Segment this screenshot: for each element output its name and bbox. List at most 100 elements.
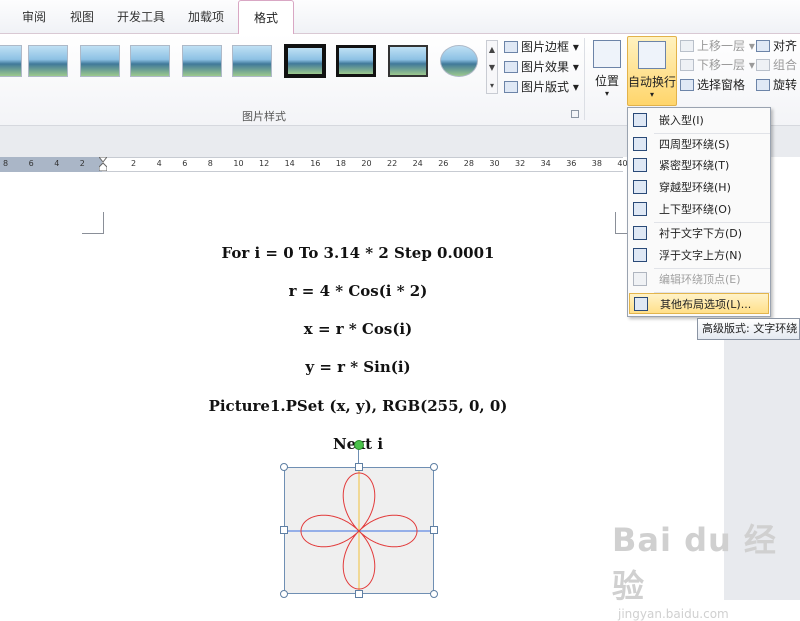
picture-layout-icon [504, 81, 518, 93]
picture-style-thumb[interactable] [440, 45, 478, 77]
position-button[interactable]: 位置 ▾ [590, 36, 624, 104]
ruler-number: 6 [182, 159, 188, 168]
code-line[interactable]: x = r * Cos(i) [0, 320, 716, 338]
ruler-number: 2 [79, 159, 85, 168]
menu-item-top-bottom[interactable]: 上下型环绕(O) [629, 199, 769, 220]
picture-style-thumb[interactable] [0, 45, 22, 77]
menu-item-inline[interactable]: 嵌入型(I) [629, 110, 769, 131]
ruler-number: 14 [284, 159, 295, 168]
ruler-number: 18 [335, 159, 346, 168]
ruler-number: 16 [310, 159, 321, 168]
group-icon [756, 59, 770, 71]
send-backward-button[interactable]: 下移一层 ▾ [680, 56, 755, 74]
wrap-inline-icon [633, 113, 647, 127]
code-line[interactable]: For i = 0 To 3.14 * 2 Step 0.0001 [0, 244, 716, 262]
menu-item-square[interactable]: 四周型环绕(S) [629, 134, 769, 155]
ruler-number: 4 [156, 159, 162, 168]
picture-style-thumb[interactable] [388, 45, 428, 77]
bring-forward-button[interactable]: 上移一层 ▾ [680, 37, 755, 55]
ruler-number: 4 [54, 159, 60, 168]
picture-styles-group-label: 图片样式 [242, 110, 286, 123]
rotate-icon [756, 79, 770, 91]
indent-marker-icon[interactable] [97, 156, 109, 172]
picture-style-thumb[interactable] [130, 45, 170, 77]
align-button[interactable]: 对齐 [756, 37, 797, 55]
tab-format[interactable]: 格式 [238, 0, 294, 35]
resize-handle[interactable] [280, 463, 288, 471]
selected-picture[interactable] [284, 467, 434, 594]
ruler-number: 38 [591, 159, 602, 168]
ruler-number: 24 [412, 159, 423, 168]
gallery-scrollbar[interactable]: ▲ ▼ ▾ [486, 40, 498, 94]
code-line[interactable]: Picture1.PSet (x, y), RGB(255, 0, 0) [0, 397, 716, 415]
picture-layout-button[interactable]: 图片版式 ▾ [504, 78, 579, 96]
code-line[interactable]: y = r * Sin(i) [0, 358, 716, 376]
wrap-text-button[interactable]: 自动换行 ▾ [627, 36, 677, 106]
bring-forward-icon [680, 40, 694, 52]
picture-effects-button[interactable]: 图片效果 ▾ [504, 58, 579, 76]
ruler-number: 12 [259, 159, 270, 168]
wrap-front-icon [633, 248, 647, 262]
ruler-number: 28 [463, 159, 474, 168]
scroll-up-icon[interactable]: ▲ [487, 41, 497, 59]
menu-item-behind-text[interactable]: 衬于文字下方(D) [629, 223, 769, 244]
wrap-through-icon [633, 180, 647, 194]
wrap-behind-icon [633, 226, 647, 240]
tab-review[interactable]: 审阅 [10, 0, 58, 34]
picture-style-thumb[interactable] [284, 44, 326, 78]
chevron-down-icon: ▾ [604, 89, 609, 98]
chevron-down-icon: ▾ [649, 90, 654, 99]
baidu-watermark: Bai du 经验 jingyan.baidu.com [612, 521, 777, 621]
align-icon [756, 40, 770, 52]
picture-style-thumb[interactable] [28, 45, 68, 77]
ruler-number: 8 [207, 159, 213, 168]
picture-style-thumb[interactable] [182, 45, 222, 77]
picture-border-button[interactable]: 图片边框 ▾ [504, 38, 579, 56]
resize-handle[interactable] [280, 590, 288, 598]
ribbon-tab-bar: 审阅 视图 开发工具 加载项 格式 [0, 0, 800, 35]
resize-handle[interactable] [280, 526, 288, 534]
picture-style-thumb[interactable] [336, 45, 376, 77]
menu-item-edit-wrap-points: 编辑环绕顶点(E) [629, 269, 769, 290]
tab-view[interactable]: 视图 [60, 0, 104, 34]
resize-handle[interactable] [355, 463, 363, 471]
ruler-margin [0, 157, 102, 172]
edit-points-icon [633, 272, 647, 286]
menu-item-tight[interactable]: 紧密型环绕(T) [629, 155, 769, 176]
rotate-button[interactable]: 旋转 [756, 76, 797, 94]
group-divider [584, 38, 585, 120]
menu-item-in-front-of-text[interactable]: 浮于文字上方(N) [629, 245, 769, 266]
ruler-number: 32 [515, 159, 526, 168]
tooltip: 高级版式: 文字环绕 [697, 318, 800, 340]
picture-style-thumb[interactable] [232, 45, 272, 77]
ruler-number: 10 [233, 159, 244, 168]
wrap-text-menu: 嵌入型(I) 四周型环绕(S) 紧密型环绕(T) 穿越型环绕(H) 上下型环绕(… [627, 107, 771, 317]
picture-border-icon [504, 41, 518, 53]
gallery-more-icon[interactable]: ▾ [487, 77, 497, 95]
wrap-top-bottom-icon [633, 202, 647, 216]
rotate-handle[interactable] [354, 440, 364, 450]
tab-developer[interactable]: 开发工具 [108, 0, 174, 34]
scroll-down-icon[interactable]: ▼ [487, 59, 497, 77]
code-line[interactable]: r = 4 * Cos(i * 2) [0, 282, 716, 300]
layout-options-icon [634, 297, 648, 311]
resize-handle[interactable] [430, 526, 438, 534]
picture-effects-icon [504, 61, 518, 73]
resize-handle[interactable] [430, 463, 438, 471]
selection-pane-icon [680, 79, 694, 91]
group-button[interactable]: 组合 [756, 56, 797, 74]
dialog-launcher-icon[interactable] [571, 110, 579, 118]
position-icon [593, 40, 621, 68]
tab-addins[interactable]: 加载项 [178, 0, 234, 34]
selection-pane-button[interactable]: 选择窗格 [680, 76, 745, 94]
wrap-square-icon [633, 137, 647, 151]
ruler-number: 34 [540, 159, 551, 168]
ruler-number: 22 [387, 159, 398, 168]
menu-item-through[interactable]: 穿越型环绕(H) [629, 177, 769, 198]
resize-handle[interactable] [355, 590, 363, 598]
picture-style-thumb[interactable] [80, 45, 120, 77]
ruler-number: 26 [438, 159, 449, 168]
resize-handle[interactable] [430, 590, 438, 598]
ruler-number: 30 [489, 159, 500, 168]
menu-item-more-layout-options[interactable]: 其他布局选项(L)... [629, 293, 769, 314]
